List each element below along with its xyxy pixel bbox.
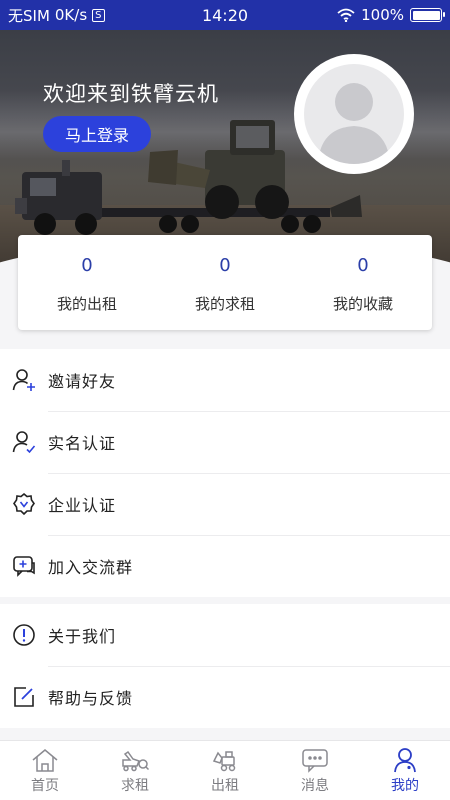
stat-value: 0 [219,255,231,276]
stat-label: 我的出租 [56,295,117,313]
menu-item-enterprise-verify[interactable]: 企业认证 [0,473,450,535]
menu-item-label: 帮助与反馈 [48,689,134,708]
home-icon [30,747,60,773]
tab-label: 首页 [31,778,59,794]
avatar[interactable] [294,54,414,174]
stat-label: 我的收藏 [332,295,393,313]
menu-item-invite-friends[interactable]: 邀请好友 [0,349,450,411]
message-icon [300,747,330,773]
real-name-verify-icon [12,430,36,454]
menu-item-join-group[interactable]: 加入交流群 [0,535,450,597]
profile-icon [390,747,420,773]
battery-fill [412,10,440,20]
tab-label: 出租 [211,778,239,794]
feedback-icon [12,685,36,709]
invite-friend-icon [12,368,36,392]
status-bar: 无SIM 0K/s S 14:20 100% [0,0,450,30]
stat-label: 我的求租 [194,295,255,313]
stats-card: 0 我的出租 0 我的求租 0 我的收藏 [18,235,432,330]
battery-percent: 100% [361,6,404,24]
tab-messages[interactable]: 消息 [270,741,360,800]
menu-group-about: 关于我们 帮助与反馈 [0,604,450,728]
tab-rent-request[interactable]: 求租 [90,741,180,800]
menu-item-real-name-verify[interactable]: 实名认证 [0,411,450,473]
clock: 14:20 [201,5,249,25]
menu-item-label: 企业认证 [48,496,117,515]
chat-group-icon [12,554,36,578]
login-button[interactable]: 马上登录 [43,116,151,152]
info-icon [12,623,36,647]
menu-group-account: 邀请好友 实名认证 企业认证 加入交流群 [0,349,450,597]
menu-item-label: 关于我们 [48,627,117,646]
enterprise-verify-icon [12,492,36,516]
stat-value: 0 [357,255,369,276]
bottom-tab-bar: 首页 求租 出租 消息 我的 [0,740,450,800]
welcome-title: 欢迎来到铁臂云机 [43,82,219,106]
stat-value: 0 [81,255,93,276]
network-speed: 0K/s [54,6,88,24]
tab-rent-out[interactable]: 出租 [180,741,270,800]
default-avatar-icon [304,64,404,164]
stat-my-favorites[interactable]: 0 我的收藏 [294,235,432,330]
sim-status: 无SIM [8,6,50,25]
menu-item-label: 实名认证 [48,434,117,453]
tab-label: 求租 [121,778,149,794]
battery-icon [410,8,445,22]
menu-item-help-feedback[interactable]: 帮助与反馈 [0,666,450,728]
stat-my-requests[interactable]: 0 我的求租 [156,235,294,330]
rent-request-icon [120,747,150,773]
tab-profile[interactable]: 我的 [360,741,450,800]
tab-label: 我的 [391,778,419,794]
tab-home[interactable]: 首页 [0,741,90,800]
stat-my-rentals[interactable]: 0 我的出租 [18,235,156,330]
sim-badge-icon: S [92,8,105,22]
rent-out-icon [210,747,240,773]
tab-label: 消息 [301,778,329,794]
menu-item-label: 加入交流群 [48,558,134,577]
menu-item-about-us[interactable]: 关于我们 [0,604,450,666]
menu-item-label: 邀请好友 [48,372,117,391]
wifi-icon [337,8,355,22]
